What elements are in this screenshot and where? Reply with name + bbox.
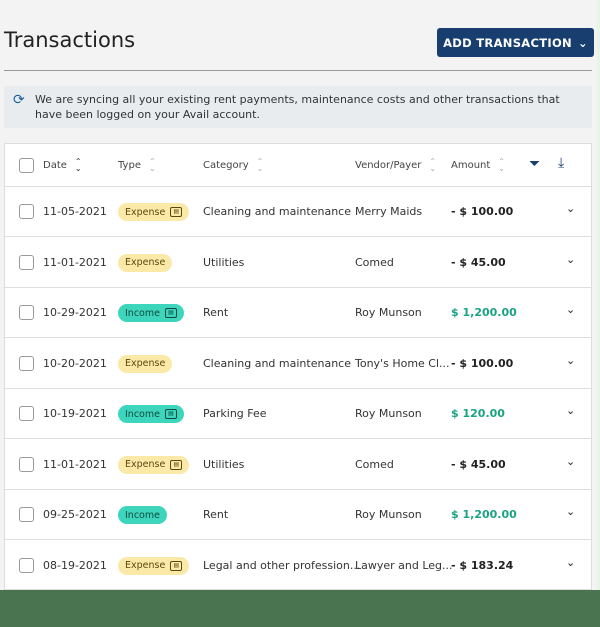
- type-badge: Expense ▤: [118, 455, 190, 474]
- select-all-checkbox[interactable]: [19, 158, 34, 173]
- table-row[interactable]: 11-05-2021 Expense ▤ Cleaning and mainten…: [5, 187, 591, 237]
- table-row[interactable]: 10-19-2021 Income ▤ Parking Fee Roy Munso…: [5, 389, 591, 439]
- vendor-cell: Roy Munson: [355, 407, 422, 420]
- date-cell: 10-29-2021: [43, 306, 107, 319]
- sort-category[interactable]: Category ⌃ ⌄: [203, 158, 263, 173]
- receipt-icon: ▤: [170, 459, 183, 470]
- vendor-cell: Comed: [355, 457, 394, 471]
- category-cell: Legal and other profession...: [203, 558, 361, 572]
- amount-cell: $ 120.00: [451, 407, 505, 420]
- receipt-icon: ▤: [170, 560, 183, 571]
- table-row[interactable]: 10-20-2021 Expense Cleaning and maintena…: [5, 339, 591, 389]
- vendor-cell: Roy Munson: [355, 508, 422, 521]
- type-badge: Income ▤: [118, 405, 184, 423]
- amount-cell: - $ 183.24: [451, 558, 514, 572]
- expand-chevron-icon[interactable]: ⌄: [566, 253, 575, 266]
- category-cell: Rent: [203, 508, 229, 521]
- table-row[interactable]: 09-25-2021 Income Rent Roy Munson $ 1,20…: [5, 490, 591, 540]
- expand-chevron-icon[interactable]: ⌄: [566, 404, 575, 417]
- download-icon[interactable]: ⤓: [558, 155, 564, 171]
- table-row[interactable]: 11-01-2021 Expense ▤ Utilities Comed - $ …: [5, 440, 591, 490]
- amount-cell: $ 1,200.00: [451, 306, 517, 319]
- add-transaction-label: ADD TRANSACTION: [443, 35, 572, 50]
- table-row[interactable]: 08-19-2021 Expense ▤ Legal and other prof…: [5, 541, 591, 591]
- vendor-cell: Merry Maids: [355, 205, 423, 218]
- type-badge: Expense: [118, 354, 173, 373]
- amount-cell: - $ 45.00: [451, 255, 506, 269]
- table-header: Date ⌃ ⌄ Type ⌃ ⌄ Category ⌃ ⌄ Vendor/Payer ⌃ ⌄ …: [5, 144, 591, 187]
- category-cell: Cleaning and maintenance: [203, 205, 351, 218]
- date-cell: 11-01-2021: [43, 255, 107, 269]
- amount-cell: $ 1,200.00: [451, 508, 517, 521]
- expand-chevron-icon[interactable]: ⌄: [566, 556, 575, 569]
- chevron-down-icon: ⌄: [577, 35, 588, 50]
- sort-type[interactable]: Type ⌃ ⌄: [118, 158, 156, 173]
- expand-chevron-icon[interactable]: ⌄: [566, 303, 575, 316]
- divider: [4, 70, 592, 71]
- expand-chevron-icon[interactable]: ⌄: [566, 202, 575, 215]
- sync-notice-text: We are syncing all your existing rent pa…: [35, 93, 560, 121]
- vendor-cell: Comed: [355, 255, 394, 269]
- sync-icon: ⟳: [13, 92, 25, 108]
- row-checkbox[interactable]: [19, 355, 34, 371]
- row-checkbox[interactable]: [19, 254, 34, 270]
- filter-icon[interactable]: ⏷: [529, 156, 540, 172]
- sort-vendor[interactable]: Vendor/Payer ⌃ ⌄: [355, 158, 436, 173]
- expand-chevron-icon[interactable]: ⌄: [566, 354, 575, 367]
- category-cell: Rent: [203, 306, 229, 319]
- date-cell: 11-01-2021: [43, 457, 107, 471]
- amount-cell: - $ 100.00: [451, 356, 514, 370]
- table-row[interactable]: 11-01-2021 Expense Utilities Comed - $ 4…: [5, 238, 591, 288]
- sort-amount[interactable]: Amount ⌃ ⌄: [451, 158, 505, 173]
- row-checkbox[interactable]: [19, 305, 34, 320]
- row-checkbox[interactable]: [19, 204, 34, 219]
- sort-date[interactable]: Date ⌃ ⌄: [43, 158, 82, 173]
- vendor-cell: Tony's Home Cl...: [355, 356, 450, 370]
- table-row[interactable]: 10-29-2021 Income ▤ Rent Roy Munson $ 1,2…: [5, 288, 591, 338]
- sync-notice: ⟳ We are syncing all your existing rent p…: [4, 86, 592, 128]
- type-badge: Income: [118, 506, 167, 524]
- add-transaction-button[interactable]: ADD TRANSACTION ⌄: [437, 28, 594, 57]
- date-cell: 11-05-2021: [43, 205, 107, 218]
- footer-bar: [0, 590, 600, 627]
- expand-chevron-icon[interactable]: ⌄: [566, 505, 575, 518]
- expand-chevron-icon[interactable]: ⌄: [566, 455, 575, 468]
- date-cell: 10-19-2021: [43, 407, 107, 420]
- transactions-table: Date ⌃ ⌄ Type ⌃ ⌄ Category ⌃ ⌄ Vendor/Payer ⌃ ⌄ …: [4, 143, 592, 591]
- page-title: Transactions: [4, 28, 136, 52]
- type-badge: Expense ▤: [118, 203, 190, 221]
- type-badge: Expense ▤: [118, 556, 190, 575]
- date-cell: 10-20-2021: [43, 356, 107, 370]
- amount-cell: - $ 45.00: [451, 457, 506, 471]
- row-checkbox[interactable]: [19, 507, 34, 522]
- type-badge: Income ▤: [118, 304, 184, 322]
- receipt-icon: ▤: [164, 409, 177, 419]
- amount-cell: - $ 100.00: [451, 205, 514, 218]
- vendor-cell: Lawyer and Leg...: [355, 558, 453, 572]
- vendor-cell: Roy Munson: [355, 306, 422, 319]
- row-checkbox[interactable]: [19, 557, 34, 573]
- category-cell: Cleaning and maintenance: [203, 356, 351, 370]
- receipt-icon: ▤: [170, 207, 183, 217]
- category-cell: Utilities: [203, 457, 245, 471]
- date-cell: 09-25-2021: [43, 508, 107, 521]
- date-cell: 08-19-2021: [43, 558, 107, 572]
- receipt-icon: ▤: [164, 308, 177, 318]
- row-checkbox[interactable]: [19, 456, 34, 472]
- page: Transactions ADD TRANSACTION ⌄ ⟳ We are sy…: [0, 0, 597, 591]
- category-cell: Parking Fee: [203, 407, 267, 420]
- type-badge: Expense: [118, 253, 173, 272]
- category-cell: Utilities: [203, 255, 245, 269]
- row-checkbox[interactable]: [19, 406, 34, 421]
